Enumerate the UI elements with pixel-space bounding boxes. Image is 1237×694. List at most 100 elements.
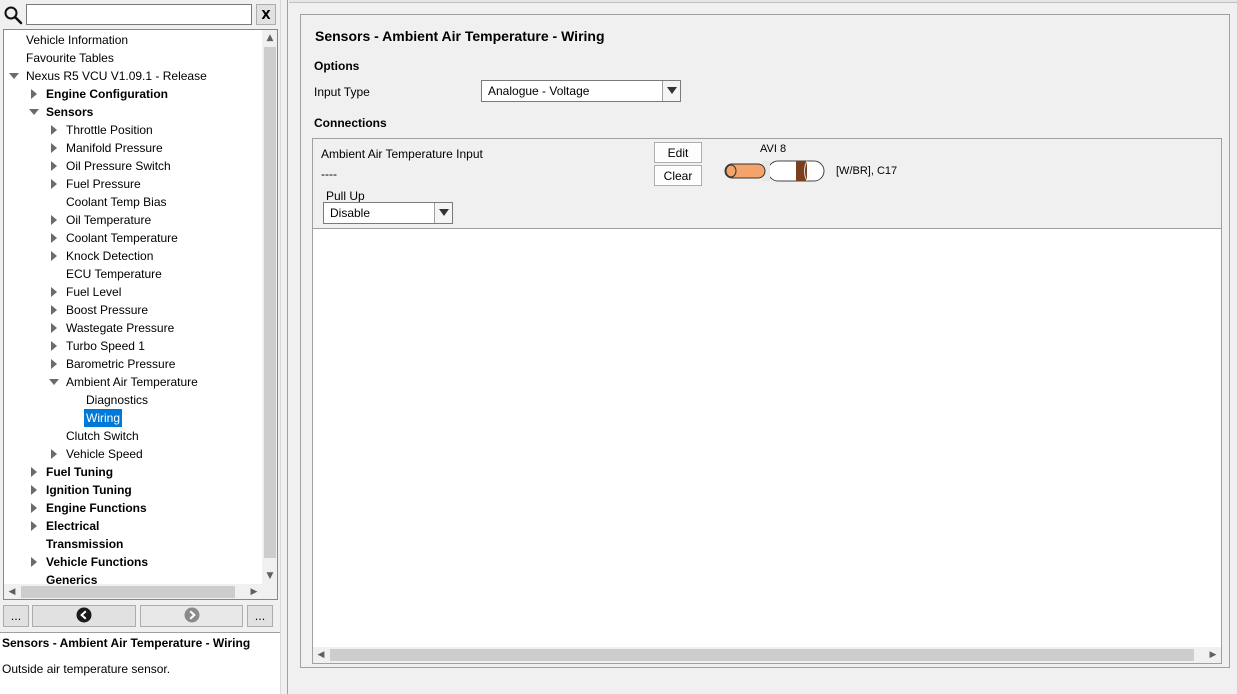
tree-expand-icon[interactable] xyxy=(29,463,39,481)
tree-expand-icon[interactable] xyxy=(29,517,39,535)
tree-item[interactable]: Diagnostics xyxy=(4,391,262,409)
back-arrow-icon xyxy=(76,607,92,626)
tree-item-label: Vehicle Speed xyxy=(66,447,143,461)
scroll-left-icon[interactable]: ◀ xyxy=(313,647,329,663)
tree-item[interactable]: Coolant Temp Bias xyxy=(4,193,262,211)
tree-item[interactable]: Transmission xyxy=(4,535,262,553)
tree-expand-icon[interactable] xyxy=(49,301,59,319)
tree-expand-icon[interactable] xyxy=(49,121,59,139)
more-left-button[interactable]: ... xyxy=(3,605,29,627)
tree-item[interactable]: Electrical xyxy=(4,517,262,535)
tree-item[interactable]: Oil Pressure Switch xyxy=(4,157,262,175)
connections-scroll-thumb[interactable] xyxy=(330,649,1194,661)
tree-expand-icon[interactable] xyxy=(29,85,39,103)
tree-item[interactable]: Fuel Pressure xyxy=(4,175,262,193)
tree-item[interactable]: ECU Temperature xyxy=(4,265,262,283)
tree-item[interactable]: Ambient Air Temperature xyxy=(4,373,262,391)
scroll-up-icon[interactable]: ▲ xyxy=(262,30,277,46)
tree-item[interactable]: Coolant Temperature xyxy=(4,229,262,247)
edit-button[interactable]: Edit xyxy=(654,142,702,163)
tree-expand-icon[interactable] xyxy=(49,211,59,229)
tree-item[interactable]: Wiring xyxy=(4,409,262,427)
tree-item[interactable]: Nexus R5 VCU V1.09.1 - Release xyxy=(4,67,262,85)
tree-expand-icon[interactable] xyxy=(49,247,59,265)
tree-item[interactable]: Vehicle Functions xyxy=(4,553,262,571)
more-right-button[interactable]: ... xyxy=(247,605,273,627)
tree-collapse-icon[interactable] xyxy=(49,373,59,391)
tree-expand-icon[interactable] xyxy=(49,319,59,337)
tree-item[interactable]: Boost Pressure xyxy=(4,301,262,319)
tree-item[interactable]: Fuel Tuning xyxy=(4,463,262,481)
tree-expand-icon[interactable] xyxy=(49,139,59,157)
tree-item[interactable]: Ignition Tuning xyxy=(4,481,262,499)
navigation-tree-view: Vehicle Information Favourite Tables Nexus… xyxy=(3,29,278,600)
tree-vertical-scrollbar[interactable]: ▲ ▼ xyxy=(262,30,277,584)
tree-item-label: Nexus R5 VCU V1.09.1 - Release xyxy=(26,69,207,83)
tree-item[interactable]: Barometric Pressure xyxy=(4,355,262,373)
tree-expand-icon[interactable] xyxy=(29,499,39,517)
connections-horizontal-scrollbar[interactable]: ◀ ▶ xyxy=(313,647,1221,663)
tree-horizontal-scrollbar[interactable]: ◀ ▶ xyxy=(4,584,262,599)
scroll-right-icon[interactable]: ▶ xyxy=(246,584,262,599)
tree-expand-icon[interactable] xyxy=(49,283,59,301)
tree-expand-icon[interactable] xyxy=(49,337,59,355)
tree-item[interactable]: Vehicle Speed xyxy=(4,445,262,463)
forward-button[interactable] xyxy=(140,605,243,627)
tree-item-label: Coolant Temp Bias xyxy=(66,195,167,209)
search-input[interactable] xyxy=(26,4,252,25)
connection-value: ---- xyxy=(321,167,337,181)
tree-item[interactable]: Generics xyxy=(4,571,262,584)
tree-expand-icon[interactable] xyxy=(49,355,59,373)
tree-item-label: Transmission xyxy=(46,537,124,551)
clear-button[interactable]: Clear xyxy=(654,165,702,186)
chevron-down-icon[interactable] xyxy=(434,203,452,223)
tree-item[interactable]: Vehicle Information xyxy=(4,31,262,49)
tree-expand-icon[interactable] xyxy=(49,445,59,463)
tree-item[interactable]: Fuel Level xyxy=(4,283,262,301)
tree-item-label: ECU Temperature xyxy=(66,267,162,281)
description-text: Outside air temperature sensor. xyxy=(2,662,171,676)
tree-item-label: Engine Functions xyxy=(46,501,147,515)
input-type-dropdown[interactable]: Analogue - Voltage xyxy=(481,80,681,102)
tree-item[interactable]: Oil Temperature xyxy=(4,211,262,229)
tree-item-label: Manifold Pressure xyxy=(66,141,163,155)
tree-vertical-scroll-thumb[interactable] xyxy=(264,47,276,558)
settings-panel: Sensors - Ambient Air Temperature - Wiri… xyxy=(300,14,1230,668)
tree-expand-icon[interactable] xyxy=(49,229,59,247)
navigation-panel: X Vehicle Information Favourite Tables Nex… xyxy=(0,0,280,694)
back-button[interactable] xyxy=(32,605,136,627)
tree-collapse-icon[interactable] xyxy=(9,67,19,85)
clear-search-button[interactable]: X xyxy=(256,4,276,25)
tree-item[interactable]: Favourite Tables xyxy=(4,49,262,67)
tree-item[interactable]: Throttle Position xyxy=(4,121,262,139)
scroll-right-icon[interactable]: ▶ xyxy=(1205,647,1221,663)
connection-row: Ambient Air Temperature Input ---- Pull … xyxy=(313,139,1221,229)
tree-expand-icon[interactable] xyxy=(29,553,39,571)
panel-splitter[interactable] xyxy=(280,0,288,694)
tree-item[interactable]: Sensors xyxy=(4,103,262,121)
tree-item-label: Fuel Pressure xyxy=(66,177,141,191)
tree-item[interactable]: Knock Detection xyxy=(4,247,262,265)
tree-item[interactable]: Manifold Pressure xyxy=(4,139,262,157)
scroll-down-icon[interactable]: ▼ xyxy=(262,568,277,584)
tree-expand-icon[interactable] xyxy=(49,157,59,175)
tree-item[interactable]: Engine Functions xyxy=(4,499,262,517)
tree-expand-icon[interactable] xyxy=(49,175,59,193)
tab-strip xyxy=(289,0,1237,3)
tree-item[interactable]: Clutch Switch xyxy=(4,427,262,445)
connections-heading: Connections xyxy=(314,116,387,130)
tree-item-label: Wiring xyxy=(84,409,123,427)
tree-item-label: Ambient Air Temperature xyxy=(66,375,198,389)
search-icon[interactable] xyxy=(3,5,23,25)
tree-horizontal-scroll-thumb[interactable] xyxy=(21,586,235,598)
tree-collapse-icon[interactable] xyxy=(29,103,39,121)
pullup-dropdown[interactable]: Disable xyxy=(323,202,453,224)
tree-item-label: Throttle Position xyxy=(66,123,153,137)
tree-expand-icon[interactable] xyxy=(29,481,39,499)
tree-item-label: Favourite Tables xyxy=(26,51,114,65)
tree-item[interactable]: Wastegate Pressure xyxy=(4,319,262,337)
chevron-down-icon[interactable] xyxy=(662,81,680,101)
tree-item[interactable]: Engine Configuration xyxy=(4,85,262,103)
tree-item[interactable]: Turbo Speed 1 xyxy=(4,337,262,355)
scroll-left-icon[interactable]: ◀ xyxy=(4,584,20,599)
